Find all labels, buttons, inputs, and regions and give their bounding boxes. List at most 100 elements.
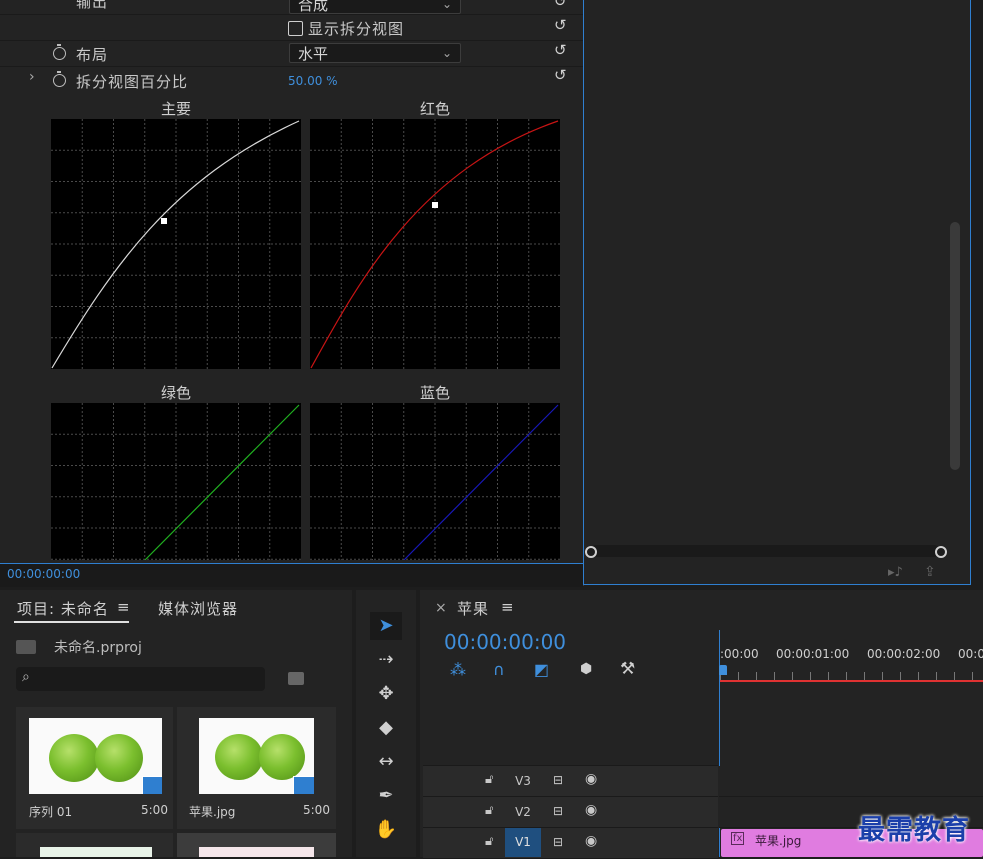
item-duration: 5:00: [303, 803, 330, 817]
split-percent-value[interactable]: 50.00 %: [288, 74, 338, 88]
new-bin-icon[interactable]: [288, 672, 304, 685]
hand-tool-icon[interactable]: ✋: [370, 816, 402, 844]
chevron-down-icon: ⌄: [441, 0, 452, 11]
curve-point[interactable]: [161, 218, 167, 224]
layout-value: 水平: [298, 45, 329, 63]
track-header-v3[interactable]: [423, 766, 718, 797]
panel-menu-icon[interactable]: ≡: [501, 598, 514, 616]
master-curve[interactable]: [51, 119, 301, 369]
timeline-timecode[interactable]: 00:00:00:00: [444, 630, 566, 654]
track-lane-v3[interactable]: [719, 766, 983, 797]
tab-sequence[interactable]: 苹果: [457, 598, 489, 619]
divider: [0, 14, 583, 15]
reset-icon[interactable]: ↺: [554, 0, 567, 10]
ruler-label: 00:00:01:00: [776, 647, 850, 661]
tab-media-browser[interactable]: 媒体浏览器: [158, 598, 238, 619]
red-graph-title: 红色: [419, 100, 450, 118]
project-item[interactable]: [16, 833, 173, 857]
curve-point[interactable]: [432, 202, 438, 208]
horizontal-scrollbar[interactable]: [590, 545, 940, 557]
image-icon: [293, 776, 314, 794]
reset-icon[interactable]: ↺: [554, 16, 567, 34]
red-curve[interactable]: [310, 119, 560, 369]
playback-icon[interactable]: ▸♪: [888, 565, 903, 580]
divider: [0, 40, 583, 41]
blue-curve-graph[interactable]: [310, 403, 560, 560]
eye-icon[interactable]: ◉: [585, 802, 597, 818]
sync-lock-icon[interactable]: ⊟: [553, 835, 563, 849]
expand-chevron-icon[interactable]: ›: [29, 69, 35, 85]
reset-icon[interactable]: ↺: [554, 66, 567, 84]
close-icon[interactable]: ×: [435, 600, 447, 616]
divider: [0, 66, 583, 67]
nest-icon[interactable]: ⁂: [450, 660, 466, 679]
project-filename: 未命名.prproj: [54, 640, 142, 656]
selection-tool-icon[interactable]: ➤: [370, 612, 402, 640]
scroll-end-handle[interactable]: [935, 546, 947, 558]
effect-controls-timebar: 00:00:00:00: [0, 563, 583, 587]
pen-tool-icon[interactable]: ✒: [370, 782, 402, 810]
scroll-start-handle[interactable]: [585, 546, 597, 558]
track-name[interactable]: V2: [505, 797, 541, 827]
layout-dropdown[interactable]: 水平 ⌄: [289, 43, 461, 63]
track-header-v1[interactable]: [423, 828, 718, 859]
slip-tool-icon[interactable]: ↔: [370, 748, 402, 776]
track-select-tool-icon[interactable]: ⇢: [370, 646, 402, 674]
project-item[interactable]: 序列 01 5:00: [16, 707, 173, 829]
export-frame-icon[interactable]: ⇪: [924, 564, 936, 580]
search-input[interactable]: ⌕: [16, 667, 265, 691]
show-split-checkbox[interactable]: [288, 21, 303, 36]
green-curve[interactable]: [51, 403, 301, 560]
output-label: 输出: [76, 0, 109, 11]
work-area-bar[interactable]: [720, 680, 983, 682]
eye-icon[interactable]: ◉: [585, 833, 597, 849]
stopwatch-icon[interactable]: [53, 71, 66, 87]
master-curve-graph[interactable]: [51, 119, 301, 369]
ruler-label: 00:00:02:00: [867, 647, 941, 661]
chevron-down-icon: ⌄: [441, 46, 452, 60]
thumbnail: [199, 718, 314, 794]
lock-icon[interactable]: 🔓︎: [485, 834, 493, 849]
sync-lock-icon[interactable]: ⊟: [553, 773, 563, 787]
sync-lock-icon[interactable]: ⊟: [553, 804, 563, 818]
sequence-icon: [142, 776, 162, 794]
add-marker-icon[interactable]: ⬢: [580, 661, 592, 677]
lock-icon[interactable]: 🔓︎: [485, 803, 493, 818]
effect-controls-panel: 输出 合成 ⌄ ↺ 显示拆分视图 ↺ 布局 水平 ⌄ ↺ › 拆分视图百分比 5…: [0, 0, 584, 586]
razor-tool-icon[interactable]: ◆: [370, 714, 402, 742]
green-curve-graph[interactable]: [51, 403, 301, 560]
output-value: 合成: [298, 0, 329, 14]
master-graph-title: 主要: [160, 100, 191, 118]
snap-magnet-icon[interactable]: ∩: [493, 660, 505, 679]
tab-project[interactable]: 项目: 未命名: [17, 598, 109, 619]
track-header-v2[interactable]: [423, 797, 718, 828]
blue-curve[interactable]: [310, 403, 560, 560]
time-ruler[interactable]: :00:00 00:00:01:00 00:00:02:00 00:0: [719, 630, 983, 685]
red-curve-graph[interactable]: [310, 119, 560, 369]
project-item[interactable]: 苹果.jpg 5:00: [177, 707, 336, 829]
watermark: 最需教育: [858, 815, 970, 846]
ripple-edit-tool-icon[interactable]: ✥: [370, 680, 402, 708]
stopwatch-icon[interactable]: [53, 44, 66, 60]
thumbnail: [29, 718, 162, 794]
playhead-icon[interactable]: [719, 665, 727, 675]
active-tab-underline: [14, 621, 129, 623]
item-name: 序列 01: [29, 805, 73, 819]
fx-badge-icon: fx: [731, 832, 745, 845]
eye-icon[interactable]: ◉: [585, 771, 597, 787]
item-duration: 5:00: [141, 803, 168, 817]
project-item[interactable]: [177, 833, 336, 857]
track-name[interactable]: V1: [505, 828, 541, 857]
track-name[interactable]: V3: [505, 766, 541, 796]
wrench-icon[interactable]: ⚒: [620, 659, 635, 679]
reset-icon[interactable]: ↺: [554, 41, 567, 59]
item-name: 苹果.jpg: [189, 805, 236, 819]
effect-controls-timecode[interactable]: 00:00:00:00: [7, 567, 80, 581]
vertical-scrollbar[interactable]: [950, 222, 960, 470]
output-dropdown[interactable]: 合成 ⌄: [289, 0, 461, 14]
lock-icon[interactable]: 🔓︎: [485, 772, 493, 787]
ruler-label: 00:0: [958, 647, 983, 661]
linked-selection-icon[interactable]: ◩: [534, 660, 549, 679]
panel-menu-icon[interactable]: ≡: [117, 598, 130, 616]
layout-label: 布局: [76, 46, 109, 64]
